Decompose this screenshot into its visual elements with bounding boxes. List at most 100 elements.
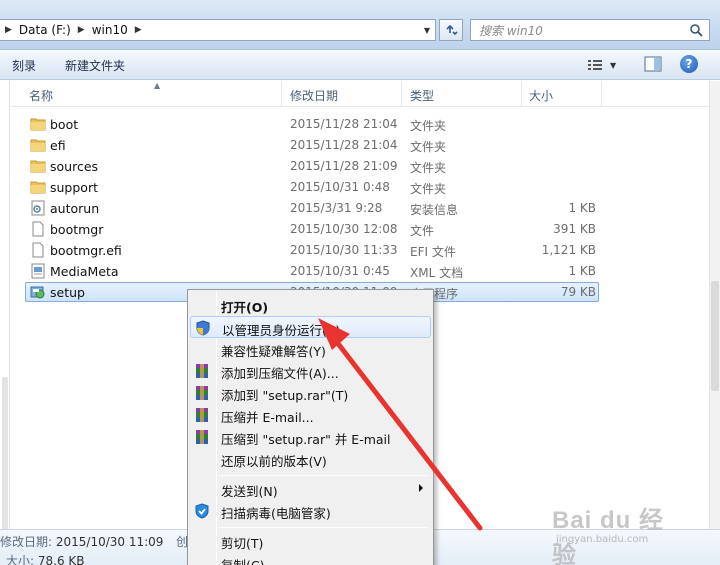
menu-item-cut[interactable]: 剪切(T) <box>190 530 431 552</box>
file-date: 2015/10/30 12:08 <box>290 222 398 236</box>
file-name[interactable]: boot <box>50 117 78 132</box>
file-row-efi[interactable]: efi 2015/11/28 21:04 文件夹 <box>11 135 709 156</box>
file-type: 文件夹 <box>410 182 447 196</box>
column-divider[interactable] <box>601 81 602 107</box>
column-divider[interactable] <box>281 81 282 107</box>
refresh-button[interactable] <box>439 19 463 41</box>
menu-item-label: 兼容性疑难解答(Y) <box>221 344 326 359</box>
file-row-sources[interactable]: sources 2015/11/28 21:09 文件夹 <box>11 156 709 177</box>
file-date: 2015/10/30 11:33 <box>290 243 398 257</box>
file-name[interactable]: support <box>50 180 98 195</box>
address-bar[interactable]: ▶ Data (F:) ▶ win10 ▶ ▼ <box>0 19 436 41</box>
file-row-boot[interactable]: boot 2015/11/28 21:04 文件夹 <box>11 114 709 135</box>
menu-item-label: 还原以前的版本(V) <box>221 454 327 469</box>
scrollbar-thumb[interactable] <box>711 281 719 391</box>
menu-item-copy[interactable]: 复制(C) <box>190 552 431 565</box>
menu-item-add-to-setup-rar[interactable]: 添加到 "setup.rar"(T) <box>190 382 431 404</box>
breadcrumb-drive[interactable]: Data (F:) <box>17 23 73 37</box>
menu-item-scan-virus[interactable]: 扫描病毒(电脑管家) <box>190 500 431 522</box>
file-name[interactable]: efi <box>50 138 66 153</box>
column-divider[interactable] <box>521 81 522 107</box>
file-row-autorun[interactable]: autorun 2015/3/31 9:28 安装信息 1 KB <box>11 198 709 219</box>
column-header-date[interactable]: 修改日期 <box>290 87 338 104</box>
details-size: 大小: 78.6 KB <box>6 552 85 565</box>
winrar-icon <box>196 408 208 422</box>
column-header-type[interactable]: 类型 <box>410 87 434 104</box>
winrar-icon <box>196 430 208 444</box>
xml-file-icon <box>31 263 45 279</box>
file-size: 1 KB <box>568 264 596 278</box>
file-type: 安装信息 <box>410 203 459 217</box>
file-date: 2015/10/31 0:48 <box>290 180 390 194</box>
menu-item-label: 发送到(N) <box>221 484 278 499</box>
details-modified-label: 修改日期: <box>0 535 53 549</box>
sort-ascending-icon: ▲ <box>154 81 161 90</box>
column-header-name[interactable]: 名称 <box>29 87 53 104</box>
file-row-bootmgr[interactable]: bootmgr 2015/10/30 12:08 文件 391 KB <box>11 219 709 240</box>
file-date: 2015/3/31 9:28 <box>290 201 383 215</box>
file-name[interactable]: sources <box>50 159 98 174</box>
command-toolbar: 刻录 新建文件夹 ▼ ? <box>0 50 720 80</box>
help-icon[interactable]: ? <box>680 55 698 73</box>
column-headers: ▲ 名称 修改日期 类型 大小 <box>11 81 709 107</box>
file-name[interactable]: autorun <box>50 201 99 216</box>
file-row-mediameta[interactable]: MediaMeta 2015/10/31 0:45 XML 文档 1 KB <box>11 261 709 282</box>
breadcrumb-folder[interactable]: win10 <box>90 23 130 37</box>
change-view-button[interactable]: ▼ <box>588 56 628 74</box>
menu-item-troubleshoot[interactable]: 兼容性疑难解答(Y) <box>190 338 431 360</box>
file-date: 2015/10/31 0:45 <box>290 264 390 278</box>
file-row-support[interactable]: support 2015/10/31 0:48 文件夹 <box>11 177 709 198</box>
breadcrumb-separator[interactable]: ▶ <box>0 25 17 35</box>
address-bar-area: ▶ Data (F:) ▶ win10 ▶ ▼ 搜索 win10 <box>0 0 720 50</box>
winrar-icon <box>196 386 208 400</box>
chevron-down-icon[interactable]: ▼ <box>610 61 616 70</box>
new-folder-button[interactable]: 新建文件夹 <box>65 57 125 74</box>
file-name[interactable]: MediaMeta <box>50 264 119 279</box>
refresh-icon <box>446 24 458 36</box>
menu-item-restore-versions[interactable]: 还原以前的版本(V) <box>190 448 431 470</box>
file-date: 2015/11/28 21:04 <box>290 117 398 131</box>
menu-item-label: 压缩并 E-mail... <box>221 410 314 425</box>
file-date: 2015/11/28 21:09 <box>290 159 398 173</box>
settings-file-icon <box>31 200 45 216</box>
address-dropdown-icon[interactable]: ▼ <box>419 20 435 40</box>
file-name[interactable]: setup <box>50 285 85 300</box>
menu-item-run-as-admin[interactable]: 以管理员身份运行(A) <box>190 316 431 338</box>
preview-pane-icon[interactable] <box>644 56 662 72</box>
menu-item-label: 压缩到 "setup.rar" 并 E-mail <box>221 432 391 447</box>
menu-item-open[interactable]: 打开(O) <box>190 294 431 316</box>
column-header-size[interactable]: 大小 <box>529 87 553 104</box>
pc-manager-shield-icon <box>195 503 209 519</box>
details-size-value: 78.6 KB <box>37 554 85 565</box>
file-name[interactable]: bootmgr.efi <box>50 243 122 258</box>
search-icon[interactable] <box>689 23 703 37</box>
breadcrumb-separator[interactable]: ▶ <box>73 25 90 35</box>
file-icon <box>32 221 44 237</box>
menu-item-send-to[interactable]: 发送到(N) <box>190 478 431 500</box>
file-date: 2015/11/28 21:04 <box>290 138 398 152</box>
folder-icon <box>30 160 46 173</box>
search-input[interactable]: 搜索 win10 <box>470 19 710 41</box>
menu-separator <box>219 527 427 528</box>
winrar-icon <box>196 364 208 378</box>
details-modified: 修改日期: 2015/10/30 11:09 <box>0 533 163 550</box>
file-name[interactable]: bootmgr <box>50 222 103 237</box>
menu-item-label: 剪切(T) <box>221 536 264 551</box>
vertical-scrollbar[interactable] <box>709 81 720 529</box>
navigation-pane[interactable] <box>0 81 10 565</box>
menu-item-compress-rar-email[interactable]: 压缩到 "setup.rar" 并 E-mail <box>190 426 431 448</box>
menu-item-add-to-archive[interactable]: 添加到压缩文件(A)... <box>190 360 431 382</box>
folder-icon <box>30 181 46 194</box>
file-row-bootmgr-efi[interactable]: bootmgr.efi 2015/10/30 11:33 EFI 文件 1,12… <box>11 240 709 261</box>
details-size-label: 大小: <box>6 554 35 565</box>
view-list-icon <box>588 60 602 70</box>
burn-button[interactable]: 刻录 <box>12 57 36 74</box>
menu-item-compress-email[interactable]: 压缩并 E-mail... <box>190 404 431 426</box>
file-type: XML 文档 <box>410 266 464 280</box>
column-divider[interactable] <box>401 81 402 107</box>
breadcrumb-separator[interactable]: ▶ <box>130 25 147 35</box>
uac-shield-icon <box>196 320 210 336</box>
context-menu: 打开(O) 以管理员身份运行(A) 兼容性疑难解答(Y) 添加到压缩文件(A).… <box>187 289 434 565</box>
file-icon <box>32 242 44 258</box>
file-size: 1 KB <box>568 201 596 215</box>
